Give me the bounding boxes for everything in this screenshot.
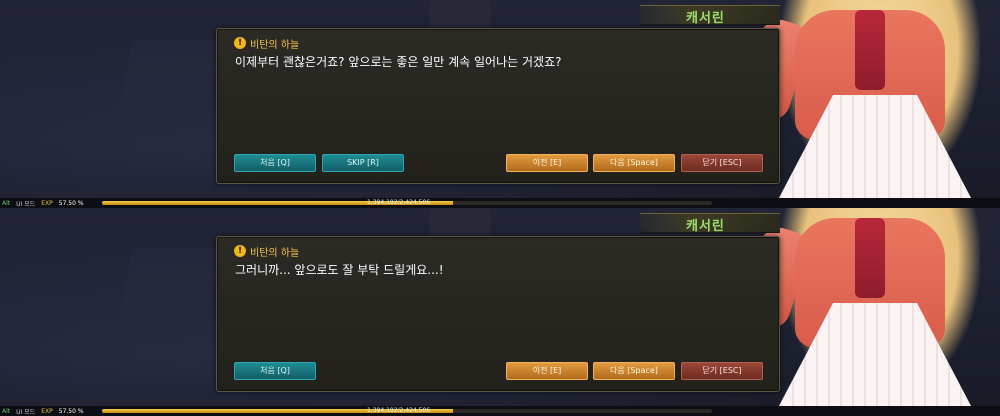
alt-key-label: Alt (2, 407, 11, 415)
exp-percent: 57.50 % (58, 199, 84, 207)
exp-value: 1,394,192/2,424,506 (367, 199, 431, 206)
character-ribbon (855, 10, 885, 90)
ui-mode-toggle[interactable]: UI 모드 (16, 407, 35, 416)
status-left: Alt UI 모드 EXP 57.50 % (2, 198, 84, 208)
speaker-name: 캐서린 (686, 219, 725, 234)
dialog-header: ! 비탄의 하늘 (234, 36, 300, 51)
dialog-title: 비탄의 하늘 (250, 247, 300, 259)
skip-button[interactable]: SKIP [R] (322, 154, 404, 172)
dialog-box: ! 비탄의 하늘 그러니까... 앞으로도 잘 부탁 드릴게요...! 처음 [… (216, 236, 780, 392)
dialog-message: 이제부터 괜찮은거죠? 앞으로는 좋은 일만 계속 일어나는 거겠죠? (235, 55, 562, 69)
speaker-name: 캐서린 (686, 11, 725, 26)
exp-value: 1,394,192/2,424,506 (367, 407, 431, 414)
speaker-name-tag: 캐서린 (640, 213, 780, 234)
dialog-screen-2: 캐서린 ! 비탄의 하늘 그러니까... 앞으로도 잘 부탁 드릴게요...! … (0, 208, 1000, 416)
status-bar: Alt UI 모드 EXP 57.50 % 1,394,192/2,424,50… (0, 406, 1000, 416)
prev-button[interactable]: 이전 [E] (506, 154, 588, 172)
dialog-screen-1: 캐서린 ! 비탄의 하늘 이제부터 괜찮은거죠? 앞으로는 좋은 일만 계속 일… (0, 0, 1000, 208)
background-object (430, 208, 490, 238)
first-button[interactable]: 처음 [Q] (234, 154, 316, 172)
status-left: Alt UI 모드 EXP 57.50 % (2, 406, 84, 416)
close-button[interactable]: 닫기 [ESC] (681, 362, 763, 380)
ui-mode-toggle[interactable]: UI 모드 (16, 199, 35, 208)
exp-label: EXP (41, 407, 53, 415)
dialog-message: 그러니까... 앞으로도 잘 부탁 드릴게요...! (235, 263, 444, 277)
dialog-title: 비탄의 하늘 (250, 39, 300, 51)
speaker-name-tag: 캐서린 (640, 5, 780, 26)
dialog-box: ! 비탄의 하늘 이제부터 괜찮은거죠? 앞으로는 좋은 일만 계속 일어나는 … (216, 28, 780, 184)
status-bar: Alt UI 모드 EXP 57.50 % 1,394,192/2,424,50… (0, 198, 1000, 208)
prev-button[interactable]: 이전 [E] (506, 362, 588, 380)
exclamation-icon: ! (234, 37, 246, 49)
close-button[interactable]: 닫기 [ESC] (681, 154, 763, 172)
exclamation-icon: ! (234, 245, 246, 257)
alt-key-label: Alt (2, 199, 11, 207)
exp-label: EXP (41, 199, 53, 207)
background-object (430, 0, 490, 30)
dialog-header: ! 비탄의 하늘 (234, 244, 300, 259)
character-ribbon (855, 218, 885, 298)
first-button[interactable]: 처음 [Q] (234, 362, 316, 380)
next-button[interactable]: 다음 [Space] (593, 154, 675, 172)
next-button[interactable]: 다음 [Space] (593, 362, 675, 380)
exp-percent: 57.50 % (58, 407, 84, 415)
